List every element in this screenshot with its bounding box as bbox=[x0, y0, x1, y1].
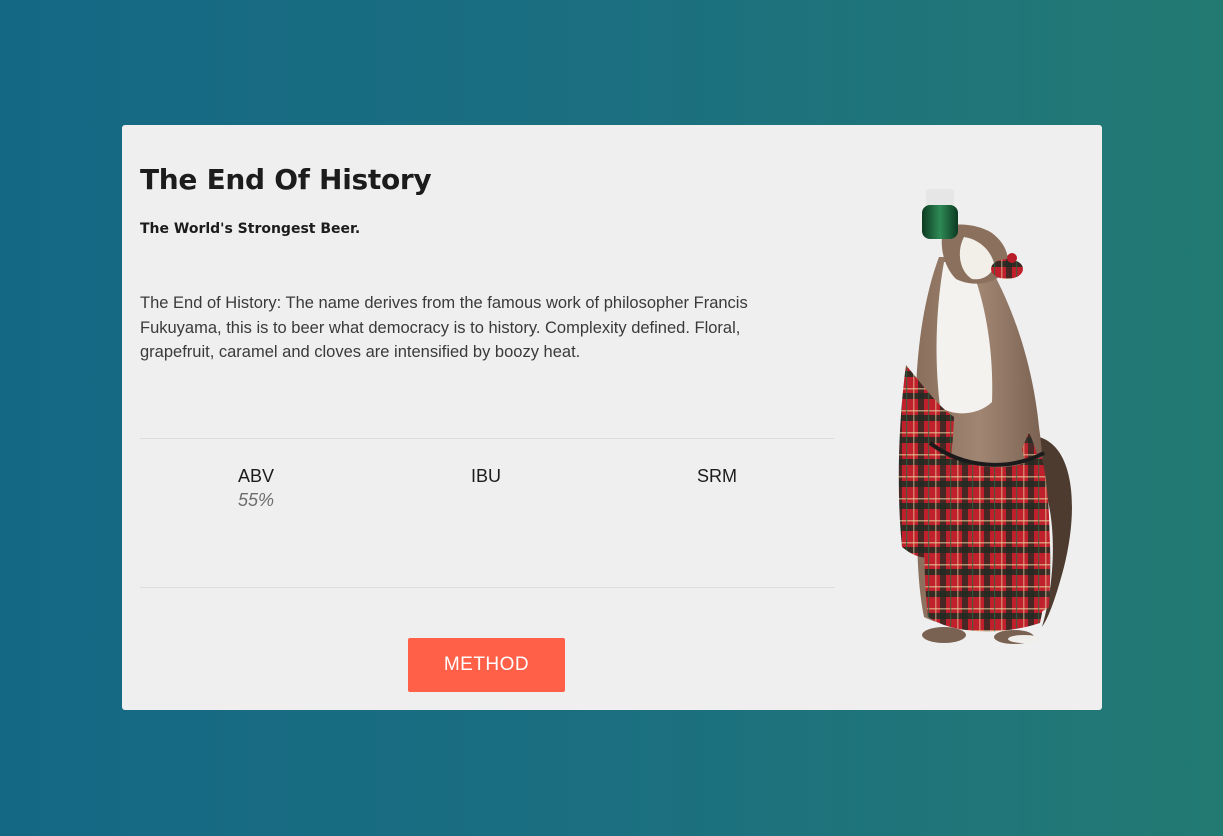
stat-ibu-label: IBU bbox=[470, 466, 501, 486]
stat-abv-label: ABV bbox=[237, 466, 275, 486]
divider-top bbox=[140, 438, 834, 439]
stats-row: ABV 55% IBU SRM bbox=[140, 464, 834, 524]
stat-srm: SRM bbox=[657, 464, 777, 488]
beer-description: The End of History: The name derives fro… bbox=[140, 294, 748, 361]
stat-srm-label: SRM bbox=[697, 466, 737, 486]
beer-card: The End Of History The World's Strongest… bbox=[122, 125, 1102, 710]
divider-bottom bbox=[140, 587, 834, 588]
beer-title: The End Of History bbox=[140, 163, 432, 196]
stoat-beer-bottle-image bbox=[898, 189, 1072, 644]
stat-abv: ABV 55% bbox=[196, 464, 316, 512]
stat-abv-value: 55% bbox=[237, 490, 275, 510]
method-button[interactable]: METHOD bbox=[408, 638, 565, 692]
beer-tagline: The World's Strongest Beer. bbox=[140, 221, 361, 237]
stat-ibu: IBU bbox=[426, 464, 546, 488]
